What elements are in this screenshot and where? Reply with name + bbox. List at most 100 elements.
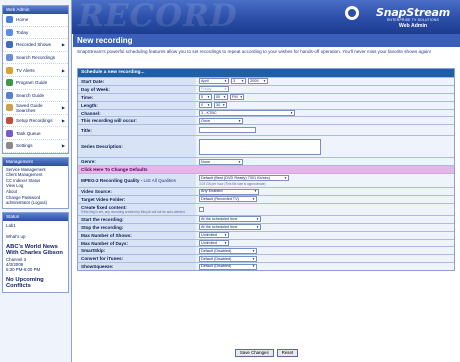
start-recording-label: Start the recording: (78, 215, 196, 223)
sidebar-item-search-guide[interactable]: Search Guide (3, 90, 68, 103)
quality-select[interactable]: Default (Best (DVD Ready) 7001 Kb/sec) ▼ (199, 175, 289, 182)
sidebar-item-search-recordings[interactable]: Search Recordings (3, 52, 68, 65)
row-occur: This recording will occur: Once ▼ (78, 116, 454, 125)
length-label: Length: (78, 101, 196, 109)
itunes-label: Convert for iTunes: (78, 255, 196, 263)
time-hour-select[interactable]: 5 ▼ (199, 94, 212, 101)
sidebar-item-label: Saved Guide Searches (16, 102, 43, 113)
list-all-qualities-link[interactable]: List All Qualities (144, 178, 176, 183)
series-description-textarea[interactable] (199, 138, 321, 155)
reset-button[interactable]: Reset (276, 349, 299, 357)
sidebar-item-recorded-shows[interactable]: Recorded Shows ▶ (3, 39, 68, 52)
row-series-description: Series Description: (78, 135, 454, 158)
row-genre: Genre: None ▼ (78, 157, 454, 166)
sidebar-item-home[interactable]: Home (3, 14, 68, 27)
sidebar-item-setup-recordings[interactable]: Setup Recordings ▶ (3, 115, 68, 128)
sidebar-item-label: Program Guide (16, 80, 48, 86)
max-days-select[interactable]: Unlimited ▼ (199, 240, 229, 247)
max-shows-select[interactable]: Unlimited ▼ (199, 232, 229, 239)
chevron-down-icon: ▼ (254, 189, 257, 194)
chevron-down-icon: ▼ (224, 232, 227, 237)
sidebar-item-label: Task Queue (16, 130, 41, 136)
stop-recording-select[interactable]: At the scheduled time ▼ (199, 224, 261, 231)
sidebar-item-today[interactable]: Today (3, 27, 68, 40)
record-icon (6, 117, 13, 125)
sidebar-item-saved-guide-searches[interactable]: Saved Guide Searches ▶ (3, 102, 68, 115)
row-itunes: Convert for iTunes: Default (Disabled) ▼ (78, 254, 454, 263)
nav-panel-title: Web Admin (3, 6, 68, 14)
row-length: Length: 0 ▼ 30 ▼ (78, 100, 454, 109)
management-link[interactable]: administrator (Logout) (3, 200, 68, 206)
genre-select[interactable]: None ▼ (199, 158, 243, 165)
row-max-shows: Max Number of Shows: Unlimited ▼ (78, 230, 454, 239)
sidebar-item-program-guide[interactable]: Program Guide (3, 77, 68, 90)
fixed-content-note: If this flag is set, any recording creat… (81, 209, 186, 214)
header-watermark: RECORD (78, 0, 238, 34)
brand-tagline: ENTERPRISE TV SOLUTIONS (386, 18, 439, 22)
chevron-right-icon: ▶ (61, 67, 65, 73)
time-ampm-select[interactable]: PM ▼ (230, 94, 244, 101)
management-list: Service Management Client Management CC In… (3, 166, 68, 208)
row-time: Time: 5 ▼ 00 ▼ PM ▼ (78, 92, 454, 101)
queue-icon (6, 129, 13, 137)
folder-icon (6, 104, 13, 112)
chevron-down-icon: ▼ (252, 256, 255, 261)
chevron-down-icon: ▼ (263, 79, 266, 84)
save-changes-button[interactable]: Save Changes (234, 349, 274, 357)
chevron-right-icon: ▶ (61, 42, 65, 48)
nav-list: Home Today Recorded Shows ▶ Search Recording… (3, 14, 68, 153)
channel-select[interactable]: 3 - KTBC ▼ (199, 110, 295, 116)
video-source-select[interactable]: Any Enabled ▼ (199, 188, 259, 195)
start-year-select[interactable]: 2009 ▼ (248, 78, 268, 85)
row-fixed-content: Create fixed content: If this flag is se… (78, 202, 454, 215)
gear-icon (6, 142, 13, 150)
itunes-select[interactable]: Default (Disabled) ▼ (199, 255, 257, 262)
occur-select[interactable]: Once ▼ (199, 117, 243, 124)
sidebar-item-label: TV Alerts (16, 67, 35, 73)
row-start-recording: Start the recording: At the scheduled ti… (78, 214, 454, 223)
start-month-select[interactable]: April ▼ (199, 78, 229, 85)
chevron-down-icon: ▼ (207, 95, 210, 100)
brand-subtitle: Web Admin (398, 23, 428, 29)
sidebar-item-label: Recorded Shows (16, 42, 51, 48)
start-recording-select[interactable]: At the scheduled time ▼ (199, 216, 261, 223)
sidebar-item-task-queue[interactable]: Task Queue (3, 127, 68, 140)
alert-icon (6, 66, 13, 74)
snapstream-logo-icon (345, 6, 359, 20)
fixed-content-checkbox[interactable] (199, 206, 204, 212)
chevron-down-icon: ▼ (290, 110, 293, 115)
form-buttons: Save Changes Reset (73, 349, 460, 357)
chevron-down-icon: ▼ (241, 79, 244, 84)
status-title: Status (3, 212, 68, 221)
change-defaults-link[interactable]: Click Here To Change Defaults (78, 166, 148, 174)
sidebar-item-label: Today (16, 29, 29, 35)
sidebar-item-label: Home (16, 17, 29, 23)
time-minute-select[interactable]: 00 ▼ (214, 94, 228, 101)
title-input[interactable] (199, 127, 256, 134)
chevron-down-icon: ▼ (207, 102, 210, 107)
status-conflicts: No Upcoming Conflicts (6, 276, 44, 290)
chevron-down-icon: ▼ (239, 95, 243, 100)
smartskip-label: SmartSkip: (78, 247, 196, 255)
page-intro: SnapStream's powerful scheduling feature… (77, 49, 432, 54)
length-hours-select[interactable]: 0 ▼ (199, 102, 212, 109)
showsqueeze-select[interactable]: Default (Disabled) ▼ (199, 263, 257, 270)
status-show-title[interactable]: ABC's World News With Charles Gibson (6, 244, 65, 257)
start-date-label: Start Date: (78, 78, 196, 85)
showsqueeze-label: ShowSqueeze: (78, 263, 196, 271)
row-quality: MPEG-2 Recording Quality - List All Qual… (78, 173, 454, 188)
smartskip-select[interactable]: Default (Disabled) ▼ (199, 247, 257, 254)
day-of-week-select[interactable]: Friday ▼ (199, 86, 229, 93)
sidebar-item-tv-alerts[interactable]: TV Alerts ▶ (3, 64, 68, 77)
sidebar-item-settings[interactable]: Settings ▶ (3, 140, 68, 153)
chevron-right-icon: ▶ (61, 105, 65, 111)
length-minutes-select[interactable]: 30 ▼ (214, 102, 227, 109)
row-smartskip: SmartSkip: Default (Disabled) ▼ (78, 246, 454, 255)
target-folder-label: Target Video Folder: (78, 196, 196, 203)
title-label: Title: (78, 125, 196, 136)
target-folder-select[interactable]: Default (Recorded TV) ▼ (199, 196, 257, 203)
start-day-select[interactable]: 3 ▼ (231, 78, 246, 85)
chevron-down-icon: ▼ (224, 79, 227, 84)
magnifier-icon (6, 91, 13, 99)
sidebar-item-label: Settings (16, 143, 33, 149)
